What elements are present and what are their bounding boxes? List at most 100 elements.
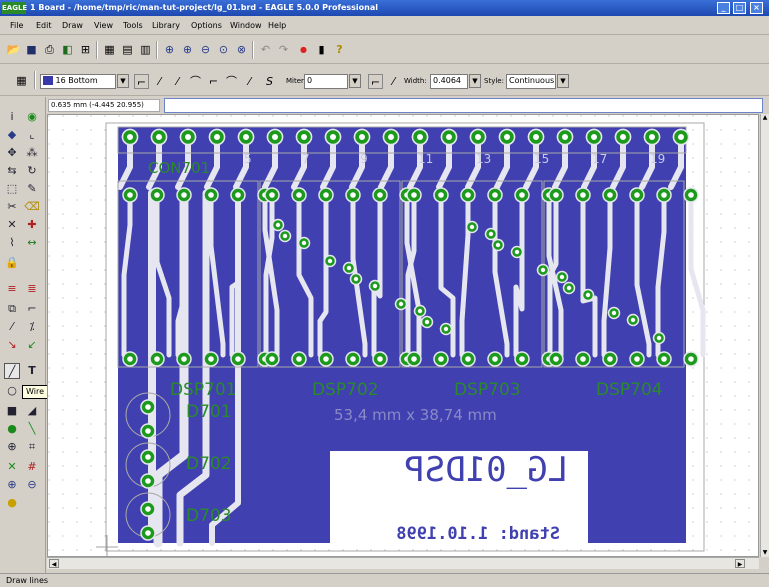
lock-icon[interactable]: 🔒 xyxy=(4,255,20,271)
signal-icon[interactable]: ╲ xyxy=(24,421,40,437)
wire-icon[interactable]: ╱ xyxy=(4,363,20,379)
via-icon[interactable]: ● xyxy=(4,421,20,437)
menu-file[interactable]: File xyxy=(10,21,23,30)
maximize-button[interactable]: □ xyxy=(733,2,746,14)
dsp-label: DSP701 xyxy=(170,380,237,400)
ratsnest-icon[interactable]: ✕ xyxy=(4,459,20,475)
menu-library[interactable]: Library xyxy=(152,21,180,30)
scroll-down-icon[interactable]: ▼ xyxy=(761,549,769,557)
menu-window[interactable]: Window xyxy=(230,21,262,30)
bend-style-3-icon[interactable]: ⁄ xyxy=(170,74,185,89)
drc-icon[interactable]: ▮ xyxy=(314,42,329,57)
paste-icon[interactable]: ✂ xyxy=(4,199,20,215)
errors-icon[interactable]: ⊖ xyxy=(24,477,40,493)
board-icon[interactable]: ⊞ xyxy=(78,42,93,57)
circle-icon[interactable]: ○ xyxy=(4,383,20,399)
open-icon[interactable]: 📂 xyxy=(6,42,21,57)
bend-style-5-icon[interactable]: ⌐ xyxy=(206,74,221,89)
menu-help[interactable]: Help xyxy=(268,21,286,30)
split-wire-icon[interactable]: ⁄ xyxy=(4,319,20,335)
cut-icon[interactable]: ✕ xyxy=(4,217,20,233)
value-icon[interactable]: ≣ xyxy=(24,281,40,297)
style-dropdown-button[interactable]: ▼ xyxy=(557,74,569,88)
layer-dropdown-button[interactable]: ▼ xyxy=(117,74,129,88)
change-icon[interactable]: ✎ xyxy=(24,181,40,197)
menu-options[interactable]: Options xyxy=(191,21,222,30)
copy-icon[interactable]: ⁂ xyxy=(24,145,40,161)
miter-straight-icon[interactable]: ⁄ xyxy=(386,74,401,89)
zoom-out-icon[interactable]: ⊖ xyxy=(198,42,213,57)
pin-number: 7 xyxy=(302,152,310,166)
save-icon[interactable]: ■ xyxy=(24,42,39,57)
text-icon[interactable]: T xyxy=(24,363,40,379)
name-icon[interactable]: ≡ xyxy=(4,281,20,297)
menu-edit[interactable]: Edit xyxy=(36,21,52,30)
display-icon[interactable]: ◆ xyxy=(4,127,20,143)
menu-draw[interactable]: Draw xyxy=(62,21,83,30)
rect-icon[interactable]: ■ xyxy=(4,403,20,419)
mark-icon[interactable]: ⌞ xyxy=(24,127,40,143)
command-toolbar: i ◉ ◆ ⌞ ✥ ⁂ ⇆ ↻ ⬚ ✎ ✂ ⌫ ✕ ✚ ⌇ ↔ 🔒 ≡ ≣ ⧉ … xyxy=(0,97,46,573)
autorouter-icon[interactable]: # xyxy=(24,459,40,475)
bend-style-1-icon[interactable]: ⌐ xyxy=(134,74,149,89)
delete-icon[interactable]: ⌫ xyxy=(24,199,40,215)
move-icon[interactable]: ✥ xyxy=(4,145,20,161)
command-line-input[interactable] xyxy=(164,98,763,113)
style-select[interactable]: Continuous xyxy=(506,74,556,89)
width-dropdown-button[interactable]: ▼ xyxy=(469,74,481,88)
group-icon[interactable]: ⬚ xyxy=(4,181,20,197)
smash-icon[interactable]: ⧉ xyxy=(4,301,20,317)
layer-select[interactable]: 16 Bottom xyxy=(40,74,116,89)
cam-icon[interactable]: ◧ xyxy=(60,42,75,57)
rotate-icon[interactable]: ↻ xyxy=(24,163,40,179)
mirror-icon[interactable]: ⇆ xyxy=(4,163,20,179)
width-input[interactable]: 0.4064 xyxy=(430,74,468,89)
warning-icon[interactable]: ● xyxy=(4,495,20,511)
route-icon[interactable]: ↘ xyxy=(4,337,20,353)
polygon-icon[interactable]: ◢ xyxy=(24,403,40,419)
attribute-icon[interactable]: ⌗ xyxy=(24,439,40,455)
scroll-right-icon[interactable]: ▶ xyxy=(735,559,745,568)
zoom-select-icon[interactable]: ⊗ xyxy=(234,42,249,57)
grid-icon[interactable]: ▦ xyxy=(14,73,29,88)
menu-view[interactable]: View xyxy=(94,21,113,30)
stop-icon[interactable]: ● xyxy=(296,42,311,57)
replace-icon[interactable]: ↔ xyxy=(24,235,40,251)
zoom-fit-icon[interactable]: ⊕ xyxy=(162,42,177,57)
script-icon[interactable]: ▦ xyxy=(102,42,117,57)
board-canvas[interactable]: CON701 5 7 9 11 13 15 17 19 DSP701 DSP702 DSP703 D… xyxy=(47,114,759,557)
minimize-button[interactable]: _ xyxy=(717,2,730,14)
add-icon[interactable]: ✚ xyxy=(24,217,40,233)
undo-icon[interactable]: ↶ xyxy=(258,42,273,57)
split-icon[interactable]: ⌇ xyxy=(4,235,20,251)
horizontal-scrollbar[interactable]: ◀ ▶ xyxy=(47,557,759,569)
scroll-up-icon[interactable]: ▲ xyxy=(761,114,769,122)
bend-style-2-icon[interactable]: ⁄ xyxy=(152,74,167,89)
scroll-left-icon[interactable]: ◀ xyxy=(49,559,59,568)
hole-icon[interactable]: ⊕ xyxy=(4,439,20,455)
close-button[interactable]: × xyxy=(750,2,763,14)
help-icon[interactable]: ? xyxy=(332,42,347,57)
ripup-icon[interactable]: ↙ xyxy=(24,337,40,353)
ulp-icon[interactable]: ▤ xyxy=(120,42,135,57)
bend-style-7-icon[interactable]: ⁄ xyxy=(242,74,257,89)
bend-style-4-icon[interactable]: ⌒ xyxy=(188,74,203,89)
menu-tools[interactable]: Tools xyxy=(123,21,143,30)
bend-style-8-icon[interactable]: S xyxy=(262,74,277,89)
print-icon[interactable]: ⎙ xyxy=(42,42,57,57)
miter-dropdown-button[interactable]: ▼ xyxy=(349,74,361,88)
miter-round-icon[interactable]: ⌐ xyxy=(368,74,383,89)
bend-style-6-icon[interactable]: ⌒ xyxy=(224,74,239,89)
miter-icon[interactable]: ⌐ xyxy=(24,301,40,317)
title-bar: EAGLE 1 Board - /home/tmp/ric/man-tut-pr… xyxy=(0,0,769,16)
vertical-scrollbar[interactable]: ▲ ▼ xyxy=(760,114,769,557)
zoom-redraw-icon[interactable]: ⊙ xyxy=(216,42,231,57)
info-icon[interactable]: i xyxy=(4,109,20,125)
drc-check-icon[interactable]: ⊕ xyxy=(4,477,20,493)
optimize-icon[interactable]: ⁒ xyxy=(24,319,40,335)
show-icon[interactable]: ◉ xyxy=(24,109,40,125)
miter-input[interactable]: 0 xyxy=(304,74,348,89)
redo-icon[interactable]: ↷ xyxy=(276,42,291,57)
zoom-in-icon[interactable]: ⊕ xyxy=(180,42,195,57)
ulp2-icon[interactable]: ▥ xyxy=(138,42,153,57)
